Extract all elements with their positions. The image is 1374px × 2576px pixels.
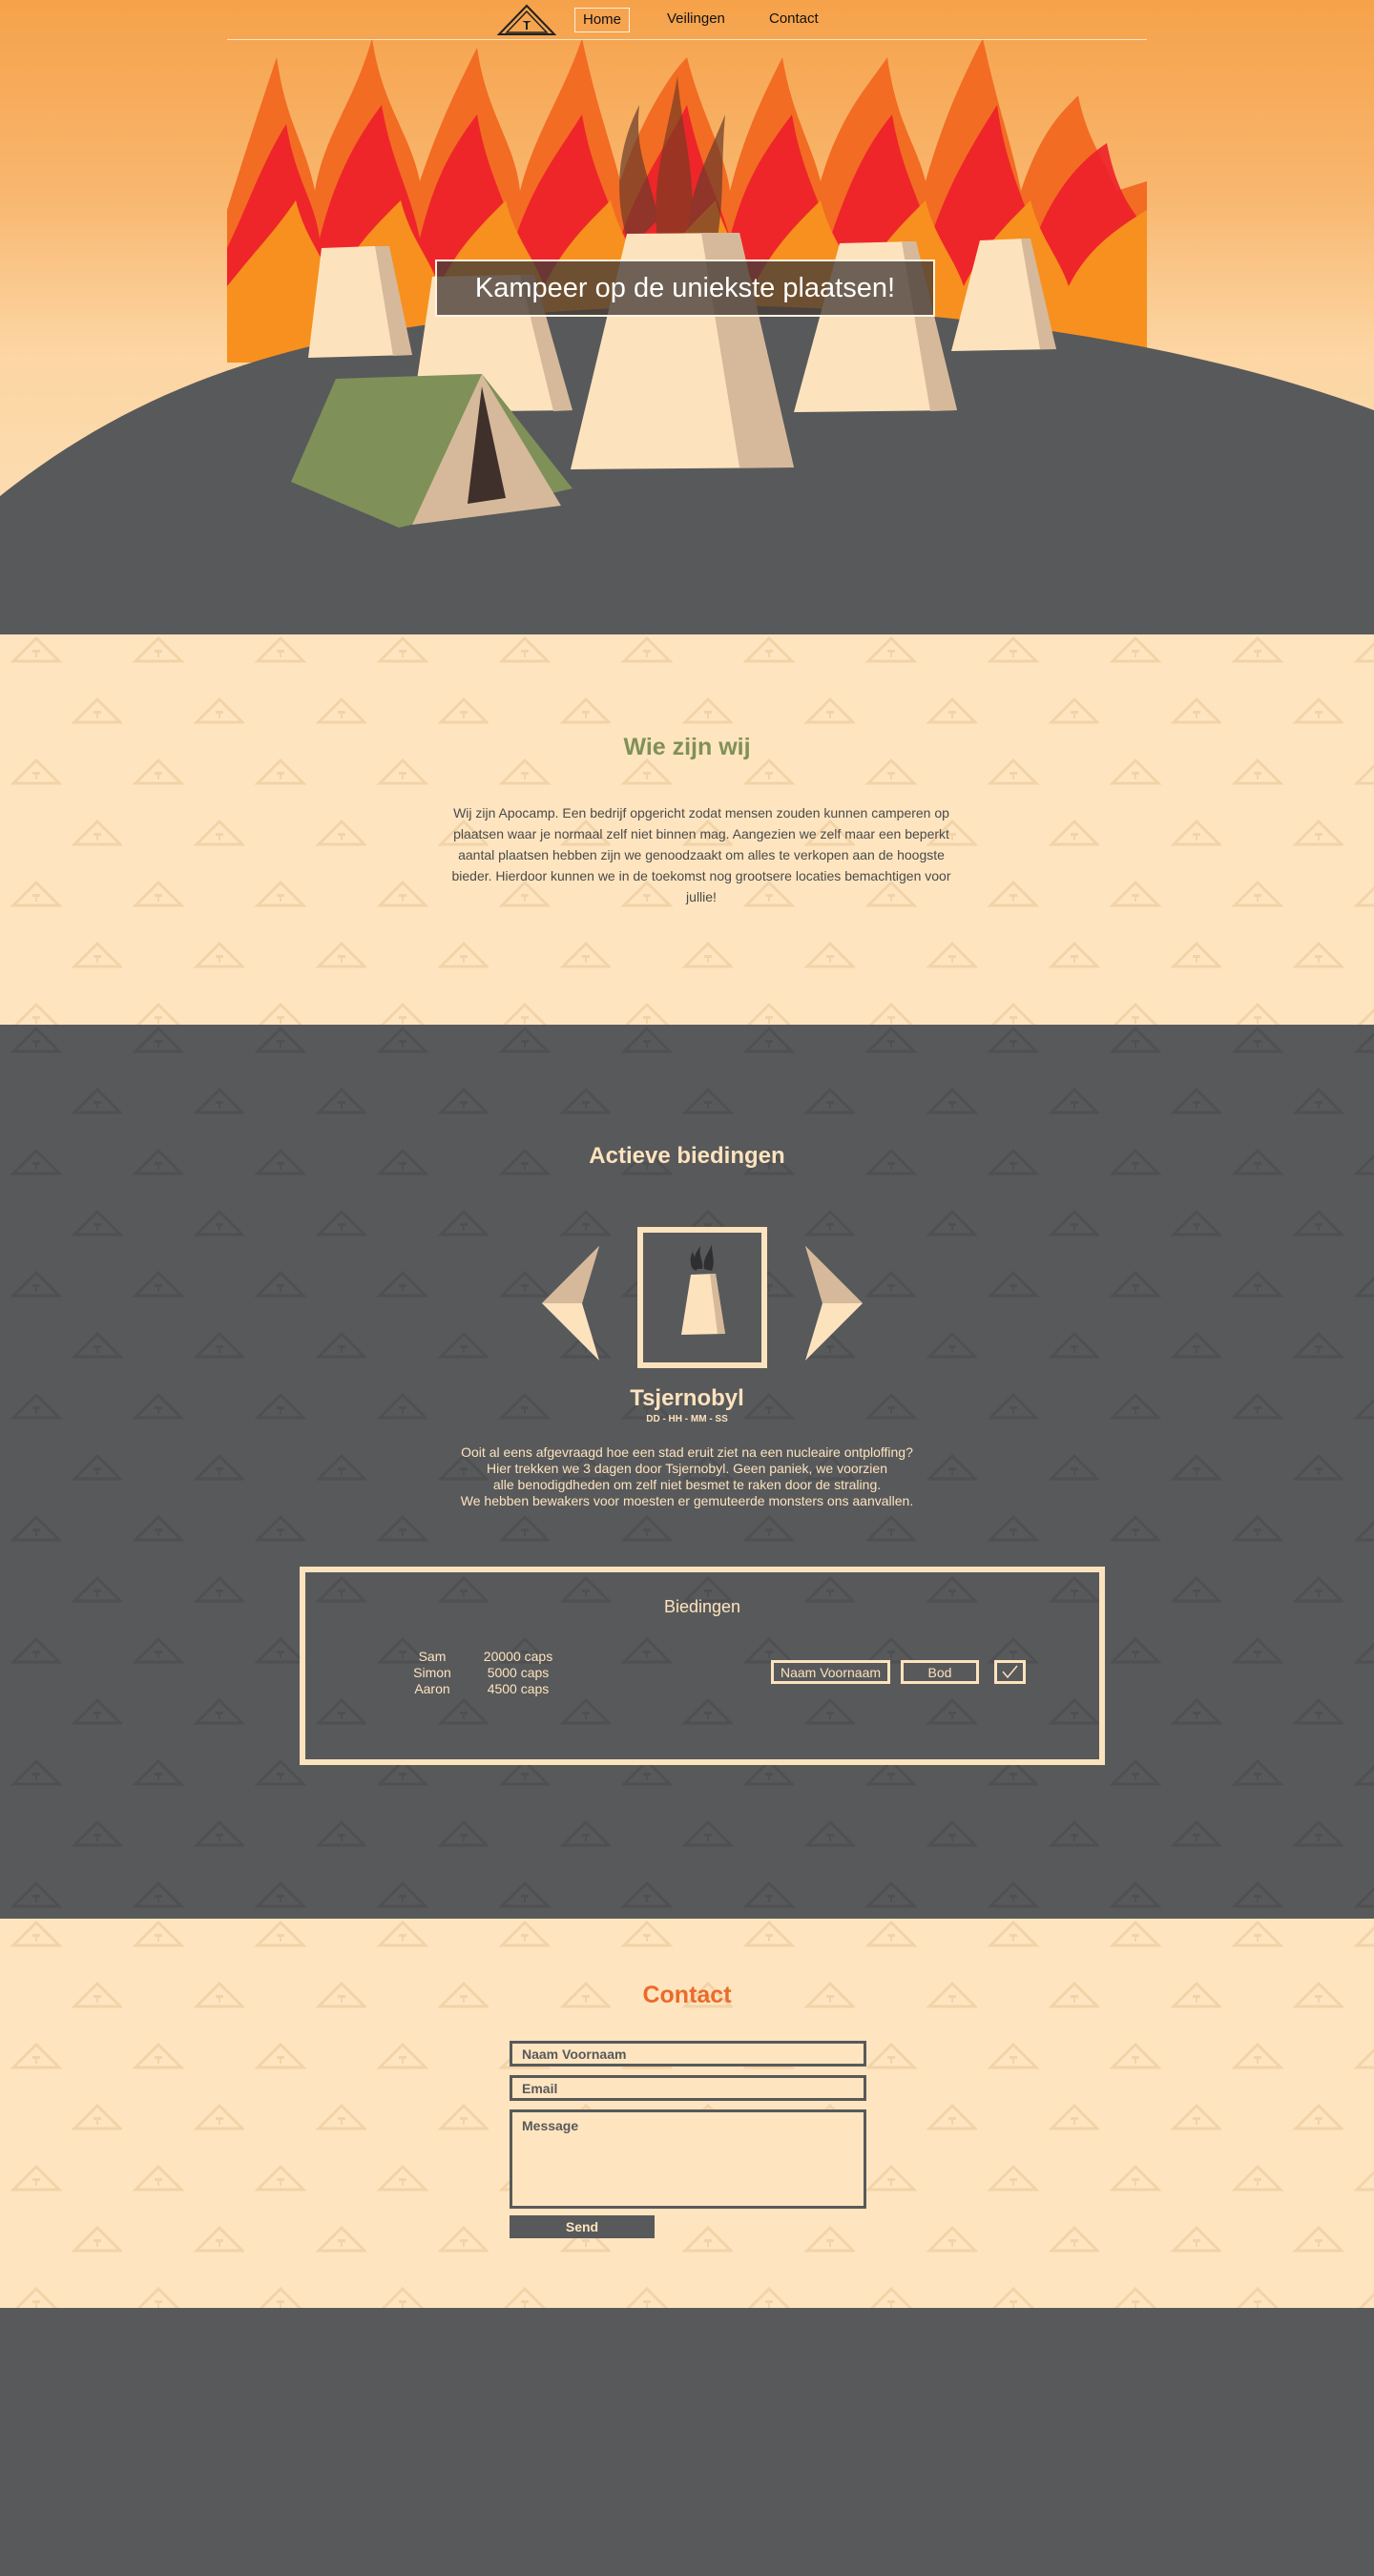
cooling-tower-icon [681,1244,725,1335]
bid-row: Aaron 4500 caps [399,1681,571,1697]
hero-title: Kampeer op de uniekste plaatsen! [435,260,935,317]
send-button[interactable]: Send [510,2215,655,2238]
bids-panel: Biedingen Sam 20000 caps Simon 5000 caps… [300,1567,1105,1765]
contact-message-input[interactable] [510,2109,866,2209]
bids-list: Sam 20000 caps Simon 5000 caps Aaron 450… [399,1649,571,1697]
bid-amount: 5000 caps [487,1665,550,1680]
bid-row: Sam 20000 caps [399,1649,571,1665]
contact-section: Contact Send [0,1919,1374,2308]
bid-amount: 20000 caps [483,1649,553,1664]
auction-countdown: DD - HH - MM - SS [646,1414,728,1424]
bid-amount: 4500 caps [487,1681,550,1696]
auction-item-image[interactable] [637,1227,767,1368]
previous-arrow-icon[interactable] [540,1244,601,1362]
contact-email-input[interactable] [510,2075,866,2101]
bid-row: Simon 5000 caps [399,1665,571,1681]
description-line: We hebben bewakers voor moesten er gemut… [460,1493,914,1508]
nav-veilingen-link[interactable]: Veilingen [659,8,733,32]
nav-contact-link[interactable]: Contact [761,8,826,32]
contact-name-input[interactable] [510,2041,866,2067]
description-line: Ooit al eens afgevraagd hoe een stad eru… [461,1444,913,1460]
about-text: Wij zijn Apocamp. Een bedrijf opgericht … [451,805,951,904]
bidder-name: Aaron [414,1681,450,1696]
submit-bid-button[interactable] [994,1660,1026,1684]
auctions-section: Actieve biedingen Tsjernobyl DD - HH - M… [0,1025,1374,1919]
description-line: alle benodigdheden om zelf niet besmet t… [492,1477,882,1492]
bid-amount-input[interactable] [901,1660,979,1684]
description-line: Hier trekken we 3 dagen door Tsjernobyl.… [487,1461,887,1476]
logo-tent-icon[interactable] [497,4,556,36]
hero-illustration [0,38,1374,634]
auction-item-name: Tsjernobyl [630,1385,744,1411]
next-arrow-icon[interactable] [803,1244,864,1362]
auction-description: Ooit al eens afgevraagd hoe een stad eru… [401,1444,973,1509]
bidder-name-input[interactable] [771,1660,890,1684]
contact-title: Contact [642,1982,732,2008]
checkmark-icon [1002,1665,1018,1679]
bids-title: Biedingen [663,1597,741,1616]
hero-section: Home Veilingen Contact Kampeer op de uni… [0,0,1374,634]
nav-home-link[interactable]: Home [574,8,631,32]
about-section: Wie zijn wij Wij zijn Apocamp. Een bedri… [0,634,1374,1025]
about-title: Wie zijn wij [623,734,751,760]
bidder-name: Simon [413,1665,451,1680]
footer [0,2308,1374,2576]
top-navigation: Home Veilingen Contact [227,0,1147,40]
bidder-name: Sam [418,1649,447,1664]
auctions-title: Actieve biedingen [589,1143,785,1169]
